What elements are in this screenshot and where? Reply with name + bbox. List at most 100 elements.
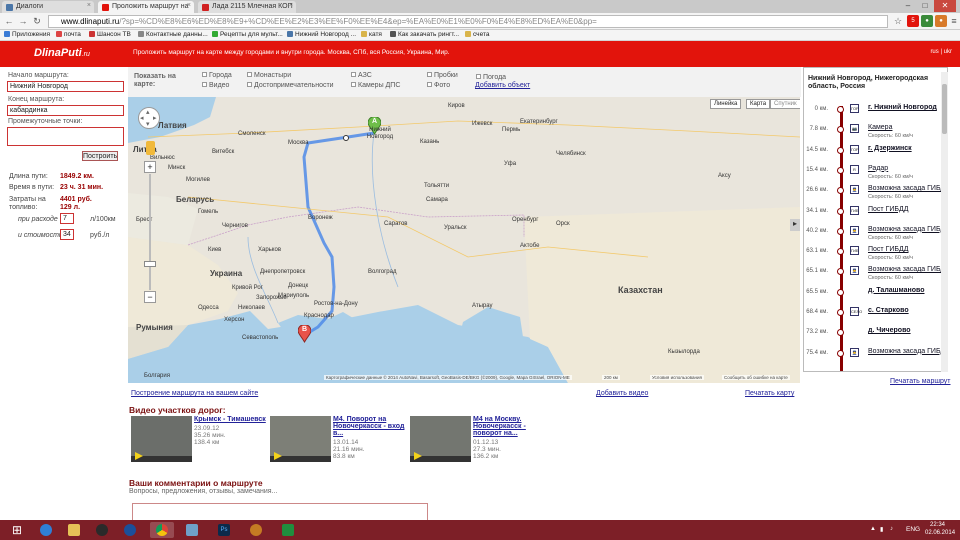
pan-right-icon[interactable]: ▸	[153, 114, 157, 122]
checkbox-traffic[interactable]: Пробки	[427, 72, 458, 79]
volume-icon[interactable]: ♪	[890, 526, 893, 532]
route-step-name[interactable]: г. Нижний Новгород	[868, 104, 937, 111]
route-step-name[interactable]: Возможна засада ГИБД	[868, 185, 945, 192]
map-report-link[interactable]: Сообщить об ошибке на карте	[722, 375, 790, 380]
menu-icon[interactable]: ≡	[948, 15, 960, 27]
build-route-button[interactable]: Построить	[82, 151, 118, 161]
route-map[interactable]: A B Латвия Литва Москва Вильнюс Минск Бе…	[128, 97, 800, 383]
close-tab-icon[interactable]: ×	[289, 2, 293, 9]
video-title[interactable]: Крымск - Тимашевск	[194, 416, 268, 423]
taskbar-media[interactable]	[90, 522, 114, 538]
route-step-name[interactable]: Камера	[868, 124, 892, 131]
bookmark-item[interactable]: Нижний Новгород ...	[287, 31, 356, 38]
close-tab-icon[interactable]: ×	[87, 2, 91, 9]
checkbox-photo[interactable]: Фото	[427, 82, 450, 89]
zoom-slider-handle[interactable]	[144, 261, 156, 267]
tray-arrow-icon[interactable]: ▲	[870, 526, 876, 532]
route-step-name[interactable]: с. Старково	[868, 307, 909, 314]
route-step[interactable]: 14.5 км. ГОР г. Дзержинск	[804, 144, 944, 165]
checkbox-cameras[interactable]: Камеры ДПС	[351, 82, 400, 89]
route-step-name[interactable]: г. Дзержинск	[868, 145, 912, 152]
add-video-link[interactable]: Добавить видео	[596, 390, 648, 397]
route-step[interactable]: 73.2 км. д. Чичерово	[804, 327, 944, 347]
route-step[interactable]: 68.4 км. СЕЛО с. Старково	[804, 307, 944, 327]
print-route-link[interactable]: Печатать маршрут	[890, 378, 950, 385]
clock-date[interactable]: 02.06.2014	[925, 530, 955, 536]
reload-icon[interactable]: ↻	[31, 15, 43, 27]
video-item[interactable]: Крымск - Тимашевск 23.09.12 35.26 мин. 1…	[131, 416, 269, 463]
bookmark-item[interactable]: Шансон ТВ	[89, 31, 131, 38]
start-input[interactable]: Нижний Новгород	[7, 81, 124, 92]
consumption-input[interactable]: 7	[60, 213, 74, 224]
bookmark-item[interactable]: счета	[465, 31, 489, 38]
route-step-name[interactable]: Пост ГИБДД	[868, 246, 908, 253]
route-waypoint-icon[interactable]	[343, 135, 349, 141]
end-input[interactable]: кабардинка	[7, 105, 124, 116]
map-terms-link[interactable]: Условия использования	[650, 375, 704, 380]
checkbox-weather[interactable]: Погода	[476, 74, 506, 81]
close-tab-icon[interactable]: ×	[187, 2, 191, 9]
taskbar-photoshop[interactable]: Ps	[212, 522, 236, 538]
video-item[interactable]: М4 на Москву. Новочеркасск - поворот на.…	[410, 416, 548, 463]
forward-arrow-icon[interactable]: →	[17, 15, 29, 27]
route-step-name[interactable]: д. Чичерово	[868, 327, 911, 334]
bookmark-item[interactable]: Как закачать рингт...	[390, 31, 459, 38]
back-arrow-icon[interactable]: ←	[3, 15, 15, 27]
satellite-type-button[interactable]: Спутник	[770, 99, 800, 109]
map-type-button[interactable]: Карта	[746, 99, 771, 109]
route-step-name[interactable]: Возможна засада ГИБД	[868, 226, 945, 233]
price-input[interactable]: 34	[60, 229, 74, 240]
route-step-name[interactable]: Возможна засада ГИБД	[868, 348, 945, 355]
taskbar-chrome[interactable]	[150, 522, 174, 538]
route-step-name[interactable]: Пост ГИБДД	[868, 206, 908, 213]
route-step[interactable]: 0 км. ГОР г. Нижний Новгород	[804, 104, 944, 124]
taskbar-explorer[interactable]	[62, 522, 86, 538]
start-button[interactable]: ⊞	[6, 522, 30, 538]
pan-left-icon[interactable]: ◂	[140, 114, 144, 122]
site-logo[interactable]: DlinaPuti.ru	[34, 47, 90, 59]
pan-up-icon[interactable]: ▴	[146, 108, 150, 116]
taskbar-game[interactable]	[244, 522, 268, 538]
scroll-thumb[interactable]	[942, 84, 947, 134]
minimize-icon[interactable]: –	[900, 0, 916, 12]
bookmark-item[interactable]: почта	[56, 31, 81, 38]
route-step-name[interactable]: д. Талашманово	[868, 287, 924, 294]
route-step[interactable]: 65.5 км. д. Талашманово	[804, 287, 944, 307]
pan-down-icon[interactable]: ▾	[146, 120, 150, 128]
route-panel-scrollbar[interactable]	[941, 72, 948, 372]
browser-tab-route[interactable]: Проложить маршрут на ×	[98, 1, 194, 13]
taskbar-ie[interactable]	[34, 522, 58, 538]
clock-time[interactable]: 22:34	[930, 522, 945, 528]
taskbar-tool[interactable]	[180, 522, 204, 538]
taskbar-app[interactable]	[118, 522, 142, 538]
embed-route-link[interactable]: Построение маршрута на вашем сайте	[131, 390, 258, 397]
language-indicator[interactable]: ENG	[906, 526, 920, 533]
checkbox-gas[interactable]: АЗС	[351, 72, 372, 79]
marker-b-icon[interactable]: B	[297, 324, 312, 343]
checkbox-cities[interactable]: Города	[202, 72, 232, 79]
bookmark-star-icon[interactable]: ☆	[892, 15, 904, 27]
extension-orange-icon[interactable]: ●	[935, 15, 947, 27]
bookmark-item[interactable]: Контактные данны...	[138, 31, 208, 38]
extension-green-icon[interactable]: ●	[921, 15, 933, 27]
route-step[interactable]: 40.2 км. 👮 Возможна засада ГИБД Скорость: 6…	[804, 225, 945, 246]
route-step-name[interactable]: Возможна засада ГИБД	[868, 266, 945, 273]
video-title[interactable]: М4 на Москву. Новочеркасск - поворот на.…	[473, 416, 547, 437]
print-map-link[interactable]: Печатать карту	[745, 390, 794, 397]
route-step[interactable]: 34.1 км. ГИБ Пост ГИБДД	[804, 205, 944, 226]
ruler-button[interactable]: Линейка	[710, 99, 742, 109]
route-step[interactable]: 26.6 км. 👮 Возможна засада ГИБД Скорость: 6…	[804, 185, 945, 205]
browser-tab-dialogs[interactable]: Диалоги ×	[2, 1, 94, 13]
zoom-slider[interactable]	[149, 174, 151, 290]
zoom-in-button[interactable]: +	[144, 161, 156, 173]
collapse-arrow-icon[interactable]: ▸	[790, 219, 800, 231]
video-title[interactable]: М4. Поворот на Новочеркасск - вход в...	[333, 416, 407, 437]
via-textarea[interactable]	[7, 127, 124, 146]
bookmark-item[interactable]: Приложения	[4, 31, 50, 38]
pegman-icon[interactable]	[146, 141, 155, 155]
language-switch[interactable]: rus | ukr	[930, 49, 952, 55]
url-input[interactable]: www.dlinaputi.ru/?sp=%CD%E8%E6%ED%E8%E9+…	[48, 15, 888, 28]
taskbar-excel[interactable]	[276, 522, 300, 538]
route-step-name[interactable]: Радар	[868, 165, 888, 172]
browser-tab-lada[interactable]: Лада 2115 Млечная КОП ×	[198, 1, 296, 13]
